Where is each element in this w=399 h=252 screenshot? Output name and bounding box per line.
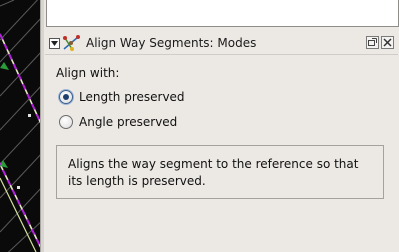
- close-icon: [383, 38, 392, 47]
- collapse-button[interactable]: [49, 38, 60, 49]
- upper-panel: [46, 0, 399, 27]
- map-view[interactable]: [0, 0, 43, 252]
- mode-description: Aligns the way segment to the reference …: [56, 145, 384, 199]
- radio-length-preserved-label[interactable]: Length preserved: [79, 90, 185, 104]
- dialog-title: Align Way Segments: Modes: [86, 36, 257, 50]
- align-way-segments-icon: [63, 35, 80, 51]
- radio-button-checked[interactable]: [59, 90, 73, 104]
- close-button[interactable]: [381, 36, 394, 49]
- radio-angle-preserved[interactable]: Angle preserved: [59, 115, 177, 129]
- align-way-segments-dialog: Align Way Segments: Modes Align with: Le…: [45, 33, 398, 252]
- dialog-titlebar: Align Way Segments: Modes: [45, 33, 398, 55]
- dock-icon: [368, 38, 377, 46]
- panel-splitter[interactable]: [40, 0, 44, 252]
- radio-length-preserved[interactable]: Length preserved: [59, 90, 185, 104]
- align-with-label: Align with:: [56, 66, 120, 80]
- dock-button[interactable]: [366, 36, 379, 49]
- chevron-down-icon: [51, 41, 58, 46]
- radio-button-unchecked[interactable]: [59, 115, 73, 129]
- radio-angle-preserved-label[interactable]: Angle preserved: [79, 115, 177, 129]
